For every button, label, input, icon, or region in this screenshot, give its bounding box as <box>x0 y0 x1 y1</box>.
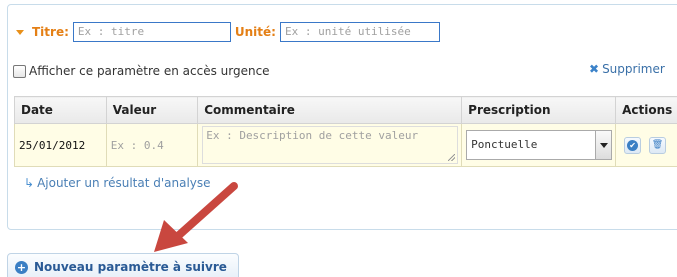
prescription-value: Ponctuelle <box>471 138 538 151</box>
trash-icon: 🗑 <box>651 139 664 150</box>
title-row: Titre: Ex : titre Unité: Ex : unité util… <box>16 21 440 43</box>
results-table: Date Valeur Commentaire Prescription Act… <box>14 96 677 167</box>
column-header-value: Valeur <box>105 96 199 124</box>
resize-grip-icon[interactable] <box>448 154 456 161</box>
collapse-caret-icon[interactable] <box>16 29 24 35</box>
plus-circle-icon: + <box>15 260 28 274</box>
column-header-date: Date <box>14 96 107 124</box>
validate-button[interactable]: ✔ <box>624 136 642 154</box>
value-input[interactable]: Ex : 0.4 <box>111 139 164 152</box>
column-header-comment: Commentaire <box>197 96 463 124</box>
column-header-prescription: Prescription <box>461 96 617 124</box>
column-header-actions: Actions <box>615 96 677 124</box>
close-icon: ✖ <box>589 62 600 76</box>
urgency-row: Afficher ce paramètre en accès urgence <box>13 64 270 78</box>
delete-link[interactable]: ✖ Supprimer <box>589 62 665 76</box>
title-label: Titre: <box>32 25 69 39</box>
value-cell[interactable]: Ex : 0.4 <box>105 123 199 167</box>
delete-row-button[interactable]: 🗑 <box>648 136 666 154</box>
title-input[interactable]: Ex : titre <box>72 22 231 42</box>
check-icon: ✔ <box>627 139 639 151</box>
return-arrow-icon: ↳ <box>24 176 35 190</box>
actions-cell: ✔ 🗑 <box>615 123 677 167</box>
date-cell[interactable]: 25/01/2012 <box>14 123 107 167</box>
table-row: 25/01/2012 Ex : 0.4 Ex : Description de … <box>14 123 677 167</box>
chevron-down-icon[interactable] <box>595 131 612 159</box>
prescription-select[interactable]: Ponctuelle <box>466 130 613 160</box>
unit-label: Unité: <box>234 25 276 39</box>
date-value: 25/01/2012 <box>19 139 86 152</box>
new-parameter-button[interactable]: + Nouveau paramètre à suivre <box>7 253 239 277</box>
comment-textarea[interactable]: Ex : Description de cette valeur <box>202 126 459 164</box>
table-header-row: Date Valeur Commentaire Prescription Act… <box>14 96 677 124</box>
unit-input[interactable]: Ex : unité utilisée <box>279 22 440 42</box>
comment-placeholder: Ex : Description de cette valeur <box>206 129 419 142</box>
urgency-checkbox[interactable] <box>13 64 26 78</box>
pointer-arrow-icon <box>154 182 238 252</box>
prescription-cell: Ponctuelle <box>461 123 617 167</box>
new-parameter-label: Nouveau paramètre à suivre <box>34 260 227 274</box>
urgency-label[interactable]: Afficher ce paramètre en accès urgence <box>29 64 270 78</box>
delete-label: Supprimer <box>602 62 665 76</box>
comment-cell: Ex : Description de cette valeur <box>197 123 463 167</box>
